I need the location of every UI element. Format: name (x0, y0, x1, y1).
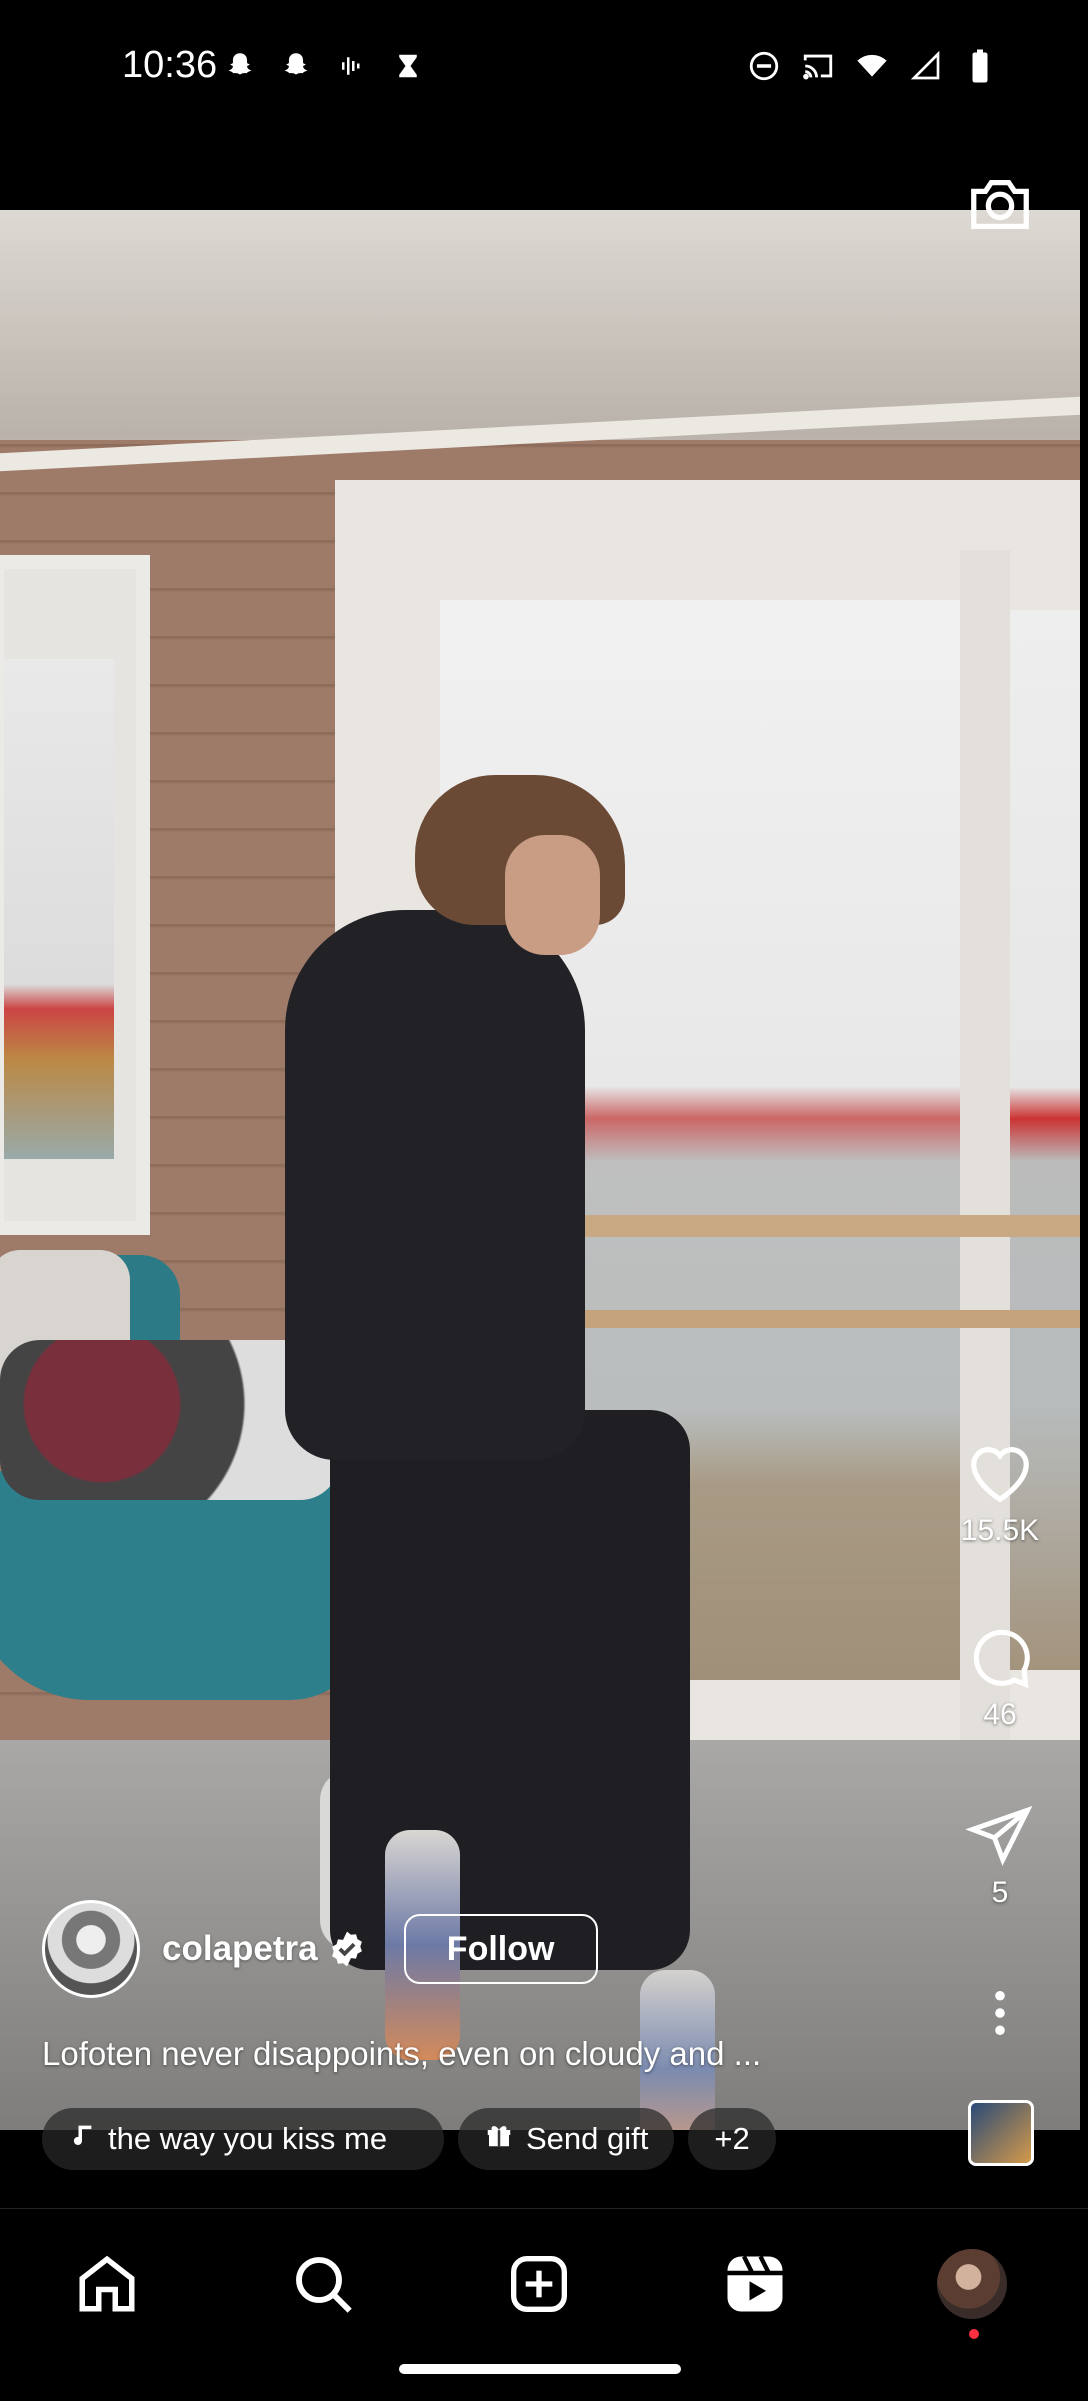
reels-icon[interactable] (720, 2249, 790, 2319)
send-icon[interactable] (965, 1802, 1035, 1868)
do-not-disturb-icon (746, 48, 782, 84)
like-action[interactable]: 15.5K (960, 1440, 1040, 1548)
profile-avatar (937, 2249, 1007, 2319)
profile-tab[interactable] (937, 2249, 1007, 2339)
follow-button[interactable]: Follow (403, 1914, 598, 1984)
verified-badge-icon (328, 1930, 366, 1968)
comment-action[interactable]: 46 (960, 1622, 1040, 1732)
snapchat-icon (278, 48, 314, 84)
avatar[interactable] (42, 1900, 140, 1998)
wifi-icon (854, 48, 890, 84)
hourglass-icon (390, 48, 426, 84)
search-icon[interactable] (288, 2249, 358, 2319)
ceiling (0, 210, 1080, 435)
notification-dot (969, 2329, 979, 2339)
snapchat-icon (222, 48, 258, 84)
comment-count: 46 (983, 1698, 1017, 1731)
person (330, 1410, 690, 1970)
share-action[interactable]: 5 (960, 1802, 1040, 1910)
username[interactable]: colapetra (162, 1929, 318, 1969)
heart-icon[interactable] (965, 1440, 1035, 1506)
home-indicator[interactable] (399, 2364, 681, 2374)
send-gift-label: Send gift (526, 2121, 649, 2156)
left-window (0, 555, 150, 1235)
music-note-icon (68, 2119, 96, 2159)
author-row: colapetra Follow (42, 1900, 598, 1998)
signal-icon (908, 48, 944, 84)
status-icons-right (746, 48, 998, 84)
camera-icon[interactable] (965, 168, 1035, 238)
battery-icon (962, 48, 998, 84)
status-bar: 10:36 (0, 0, 1088, 210)
more-options-icon[interactable] (960, 1990, 1040, 2036)
gift-icon (484, 2120, 514, 2158)
comment-icon[interactable] (965, 1622, 1035, 1690)
music-chip[interactable]: the way you kiss me (42, 2108, 444, 2170)
reel-video[interactable] (0, 210, 1080, 2130)
caption[interactable]: Lofoten never disappoints, even on cloud… (42, 2035, 761, 2073)
send-gift-chip[interactable]: Send gift (458, 2108, 675, 2170)
home-icon[interactable] (72, 2249, 142, 2319)
chair (0, 1470, 370, 1700)
status-time: 10:36 (122, 44, 218, 86)
create-icon[interactable] (504, 2249, 574, 2319)
more-chips[interactable]: +2 (688, 2108, 776, 2170)
cast-icon (800, 48, 836, 84)
voice-wave-icon (334, 48, 370, 84)
audio-thumbnail[interactable] (968, 2100, 1034, 2166)
chips-row: the way you kiss me Send gift +2 (42, 2108, 776, 2170)
status-icons-left (222, 48, 426, 84)
music-title: the way you kiss me (108, 2121, 388, 2156)
share-count: 5 (991, 1876, 1009, 1909)
like-count: 15.5K (960, 1514, 1040, 1547)
